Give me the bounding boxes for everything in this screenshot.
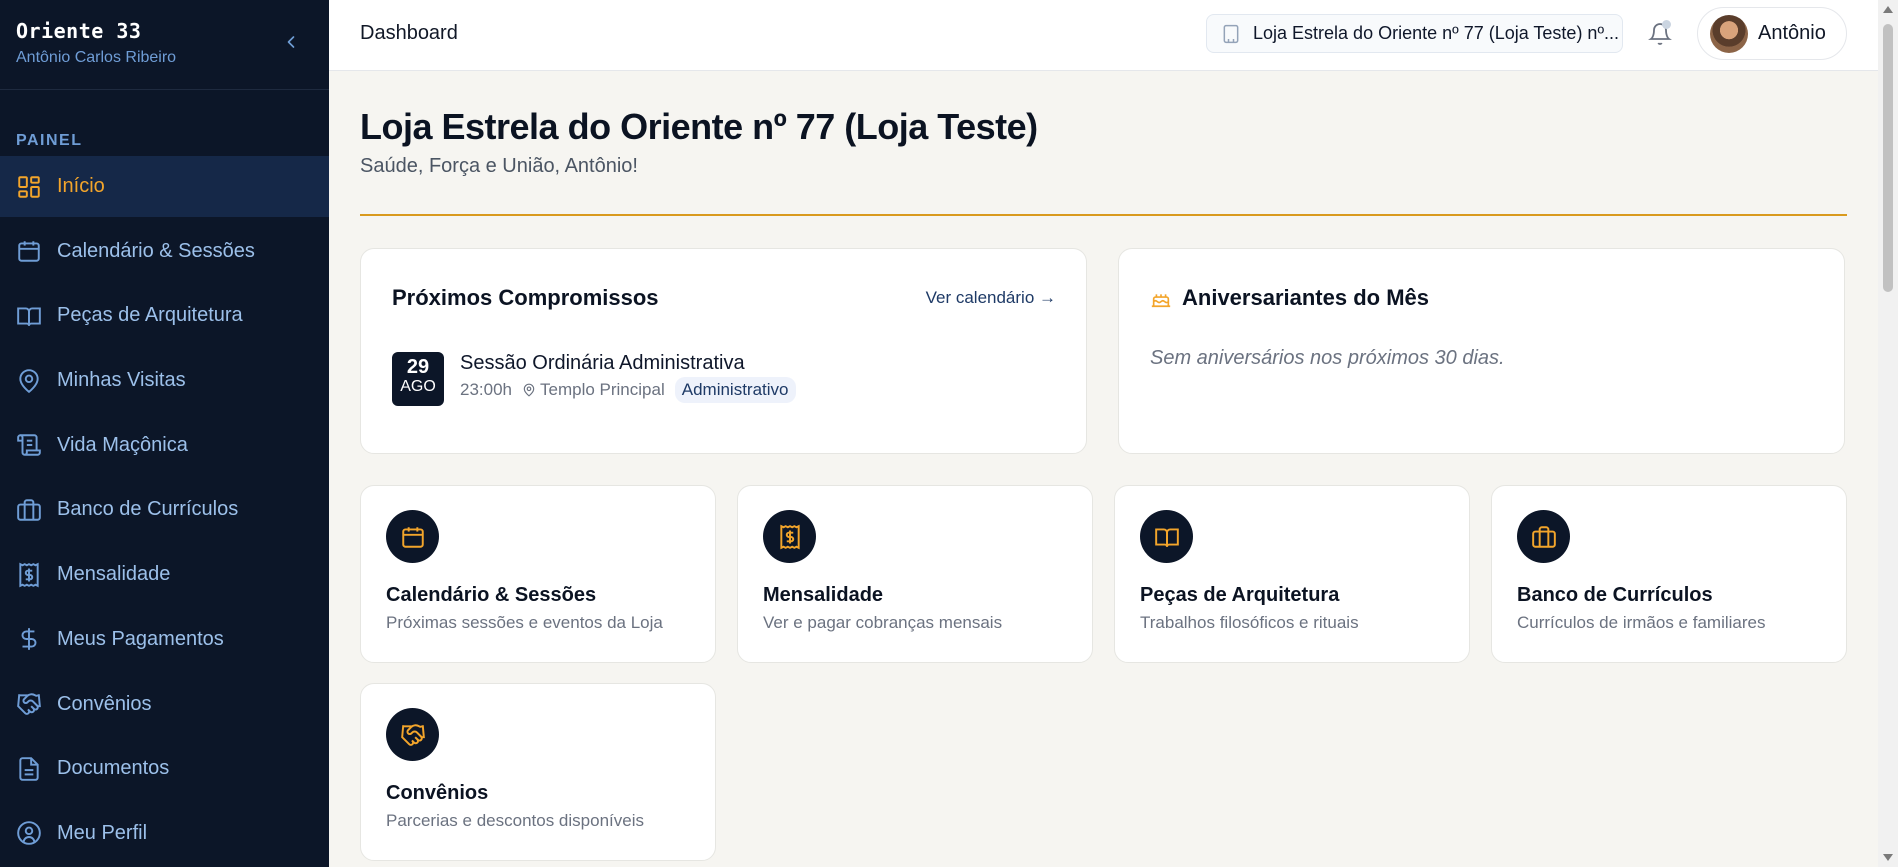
sidebar-item-documentos[interactable]: Documentos (0, 738, 329, 799)
tile-title: Calendário & Sessões (386, 584, 597, 606)
user-fullname: Antônio Carlos Ribeiro (16, 49, 177, 66)
birthdays-empty: Sem aniversários nos próximos 30 dias. (1150, 347, 1505, 369)
main-content: Loja Estrela do Oriente nº 77 (Loja Test… (329, 71, 1878, 867)
appointments-card: Próximos Compromissos Ver calendário → 2… (360, 248, 1087, 454)
tile-desc: Ver e pagar cobranças mensais (763, 613, 1003, 632)
user-menu-button[interactable]: Antônio (1697, 7, 1847, 60)
lodge-selector-label: Loja Estrela do Oriente nº 77 (Loja Test… (1253, 23, 1620, 43)
calendar-icon (386, 510, 439, 563)
sidebar-item-label: Convênios (57, 692, 152, 715)
scroll-icon (16, 432, 42, 458)
avatar (1710, 14, 1748, 53)
birthdays-title: Aniversariantes do Mês (1182, 285, 1429, 310)
app-title: Oriente 33 (16, 19, 142, 43)
breadcrumb: Dashboard (360, 22, 458, 44)
sidebar-item-label: Peças de Arquitetura (57, 304, 243, 327)
tile-desc: Parcerias e descontos disponíveis (386, 811, 644, 830)
sidebar-item-perfil[interactable]: Meu Perfil (0, 803, 329, 864)
view-calendar-link[interactable]: Ver calendário → (926, 288, 1056, 308)
sidebar-item-label: Meu Perfil (57, 821, 148, 844)
sidebar-item-label: Início (57, 175, 105, 197)
appointments-title: Próximos Compromissos (392, 285, 659, 310)
user-circle-icon (16, 820, 42, 846)
tile-title: Convênios (386, 782, 489, 804)
sidebar-item-calendario[interactable]: Calendário & Sessões (0, 221, 329, 282)
sidebar-item-visitas[interactable]: Minhas Visitas (0, 350, 329, 411)
event-tag: Administrativo (674, 377, 796, 403)
cake-icon (1151, 294, 1171, 308)
book-icon (16, 303, 42, 329)
tile-title: Peças de Arquitetura (1140, 584, 1340, 606)
briefcase-icon (1517, 510, 1570, 563)
birthdays-card: Aniversariantes do Mês Sem aniversários … (1118, 248, 1845, 454)
page-title: Loja Estrela do Oriente nº 77 (Loja Test… (360, 106, 1038, 147)
sidebar-item-convenios[interactable]: Convênios (0, 674, 329, 735)
tile-title: Banco de Currículos (1517, 584, 1713, 606)
map-pin-icon (16, 368, 42, 394)
tile-desc: Currículos de irmãos e familiares (1517, 613, 1766, 632)
event-meta: 23:00h Templo Principal Administrativo (460, 377, 796, 403)
sidebar-item-label: Minhas Visitas (57, 369, 186, 392)
sidebar-item-vida[interactable]: Vida Maçônica (0, 415, 329, 476)
event-title: Sessão Ordinária Administrativa (460, 352, 745, 374)
sidebar-header: Oriente 33 Antônio Carlos Ribeiro (0, 0, 329, 90)
birthdays-header: Aniversariantes do Mês (1150, 285, 1429, 311)
page-scrollbar[interactable] (1878, 0, 1898, 867)
divider (360, 214, 1847, 216)
top-header: Dashboard Loja Estrela do Oriente nº 77 … (329, 0, 1878, 71)
sidebar-item-label: Banco de Currículos (57, 498, 239, 521)
event-time: 23:00h (460, 380, 512, 399)
sidebar-item-pagamentos[interactable]: Meus Pagamentos (0, 609, 329, 670)
map-pin-icon (523, 383, 535, 397)
event-month: AGO (400, 378, 436, 395)
tile-mensalidade[interactable]: Mensalidade Ver e pagar cobranças mensai… (737, 485, 1093, 663)
tile-desc: Próximas sessões e eventos da Loja (386, 613, 663, 632)
lodge-selector[interactable]: Loja Estrela do Oriente nº 77 (Loja Test… (1206, 14, 1623, 53)
dollar-icon (16, 626, 42, 652)
sidebar-item-mensalidade[interactable]: Mensalidade (0, 544, 329, 605)
notification-dot (1662, 20, 1671, 29)
sidebar-item-label: Vida Maçônica (57, 433, 188, 456)
sidebar: Oriente 33 Antônio Carlos Ribeiro PAINEL… (0, 0, 329, 867)
chevron-left-icon[interactable] (281, 32, 301, 52)
tile-convenios[interactable]: Convênios Parcerias e descontos disponív… (360, 683, 716, 861)
user-name: Antônio (1758, 22, 1826, 44)
greeting: Saúde, Força e União, Antônio! (360, 155, 638, 177)
receipt-icon (763, 510, 816, 563)
sidebar-item-label: Meus Pagamentos (57, 627, 224, 650)
sidebar-item-pecas[interactable]: Peças de Arquitetura (0, 285, 329, 346)
event-place: Templo Principal (540, 380, 665, 399)
event-date-badge: 29 AGO (392, 352, 444, 406)
sidebar-item-curriculos[interactable]: Banco de Currículos (0, 479, 329, 540)
tile-title: Mensalidade (763, 584, 884, 606)
tile-curriculos[interactable]: Banco de Currículos Currículos de irmãos… (1491, 485, 1847, 663)
sidebar-item-label: Documentos (57, 757, 170, 780)
scrollbar-thumb[interactable] (1883, 24, 1893, 292)
handshake-icon (16, 691, 42, 717)
tile-desc: Trabalhos filosóficos e rituais (1140, 613, 1359, 632)
tile-calendario[interactable]: Calendário & Sessões Próximas sessões e … (360, 485, 716, 663)
calendar-icon (16, 238, 42, 264)
sidebar-item-label: Calendário & Sessões (57, 239, 255, 262)
document-icon (16, 756, 42, 782)
scroll-down-icon[interactable] (1883, 854, 1893, 861)
grid-icon (16, 174, 42, 200)
handshake-icon (386, 708, 439, 761)
book-icon (1140, 510, 1193, 563)
briefcase-icon (16, 497, 42, 523)
receipt-icon (16, 562, 42, 588)
tile-pecas[interactable]: Peças de Arquitetura Trabalhos filosófic… (1114, 485, 1470, 663)
sidebar-item-inicio[interactable]: Início (0, 156, 329, 217)
sidebar-item-label: Mensalidade (57, 563, 171, 586)
building-icon (1223, 24, 1239, 43)
sidebar-nav: Início Calendário & Sessões Peças de Arq… (0, 156, 329, 864)
event-day: 29 (406, 356, 430, 378)
scroll-up-icon[interactable] (1883, 6, 1893, 13)
sidebar-section-label: PAINEL (16, 132, 83, 149)
notifications-button[interactable] (1648, 20, 1672, 46)
